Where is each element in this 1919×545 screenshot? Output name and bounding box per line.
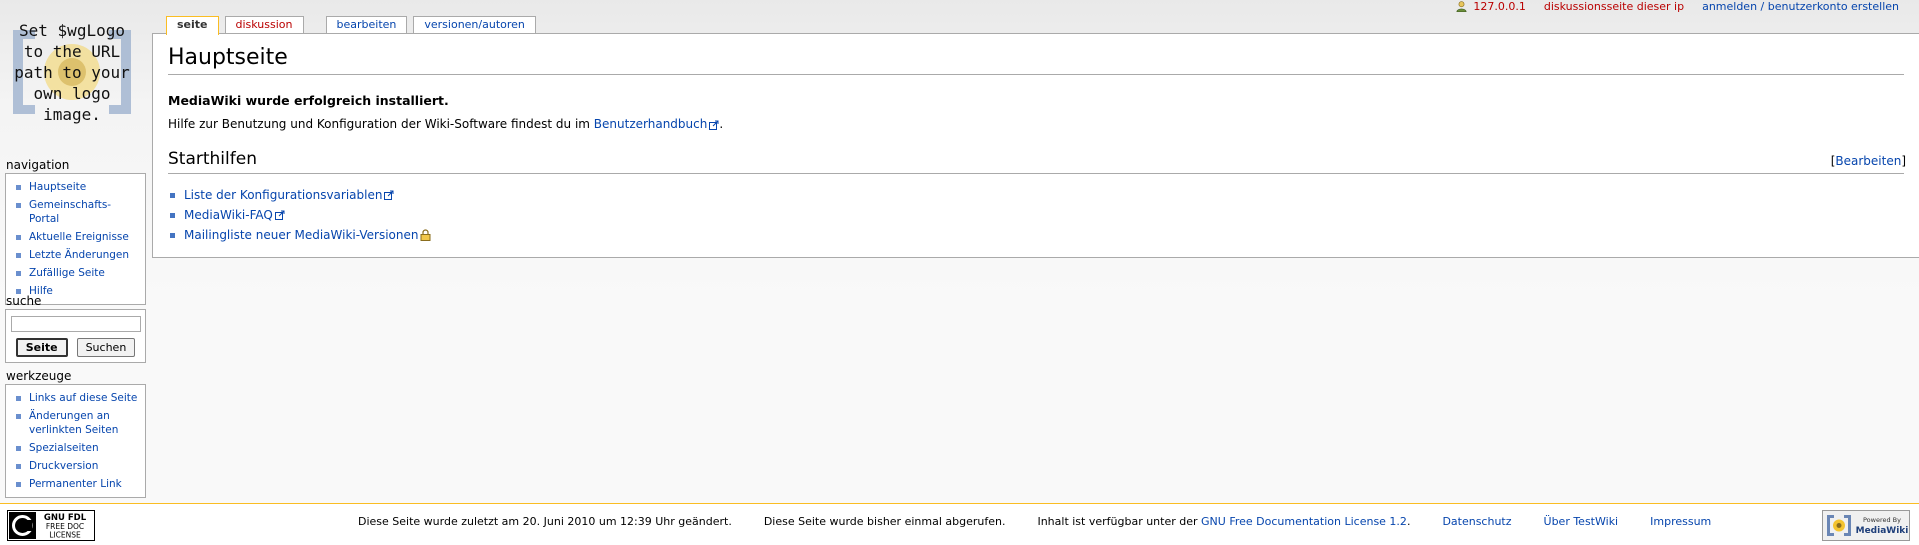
section-edit: [Bearbeiten] [1830, 154, 1906, 168]
lock-icon [420, 229, 431, 241]
gnu-fdl-badge-icon[interactable]: GNU FDL FREE DOC LICENSE [7, 510, 95, 541]
nav-item-portal[interactable]: Gemeinschafts-Portal [12, 196, 140, 228]
install-success-text: MediaWiki wurde erfolgreich installiert. [168, 93, 449, 108]
search-body: Seite Suchen [5, 309, 146, 363]
search-portlet: suche Seite Suchen [5, 293, 146, 363]
search-buttons: Seite Suchen [10, 338, 141, 357]
tool-item-permalink[interactable]: Permanenter Link [12, 475, 140, 493]
nav-item-zufall[interactable]: Zufällige Seite [12, 264, 140, 282]
section-divider [168, 173, 1904, 174]
navigation-portlet: navigation Hauptseite Gemeinschafts-Port… [5, 157, 146, 305]
powered-line-2: MediaWiki [1856, 526, 1909, 536]
mailinglist-link[interactable]: Mailingliste neuer MediaWiki-Versionen [184, 228, 418, 242]
search-input[interactable] [11, 316, 141, 332]
personal-talk-link[interactable]: diskussionsseite dieser ip [1544, 0, 1684, 13]
config-vars-link[interactable]: Liste der Konfigurationsvariablen [184, 188, 382, 202]
faq-link[interactable]: MediaWiki-FAQ [184, 208, 273, 222]
content-area: Hauptseite MediaWiki wurde erfolgreich i… [152, 33, 1919, 258]
nav-item-hauptseite[interactable]: Hauptseite [12, 178, 140, 196]
tool-item-recentchangeslinked[interactable]: Änderungen an verlinkten Seiten [12, 407, 140, 439]
bullet-icon [170, 212, 175, 218]
disclaimer-link[interactable]: Impressum [1650, 515, 1711, 528]
external-link-icon [274, 210, 285, 220]
tab-versionen[interactable]: versionen/autoren [413, 16, 536, 33]
nav-item-ereignisse[interactable]: Aktuelle Ereignisse [12, 228, 140, 246]
title-divider [168, 74, 1904, 75]
about-link[interactable]: Über TestWiki [1544, 515, 1619, 528]
footer-viewcount: Diese Seite wurde bisher einmal abgerufe… [763, 515, 1006, 528]
footer-lastmod: Diese Seite wurde zuletzt am 20. Juni 20… [358, 515, 732, 528]
starthilfen-list: Liste der Konfigurationsvariablen MediaW… [170, 185, 431, 245]
content-tabs: seite diskussion bearbeiten versionen/au… [166, 16, 542, 35]
tool-item-whatlinkshere[interactable]: Links auf diese Seite [12, 389, 140, 407]
powered-by-mediawiki-icon[interactable]: Powered By MediaWiki [1822, 510, 1910, 541]
privacy-link[interactable]: Datenschutz [1442, 515, 1511, 528]
external-link-icon [709, 120, 719, 130]
footer-copyright: Inhalt ist verfügbar unter der GNU Free … [1037, 515, 1411, 528]
toolbox-portlet: werkzeuge Links auf diese Seite Änderung… [5, 368, 146, 498]
personal-ip-link[interactable]: 127.0.0.1 [1473, 0, 1525, 13]
section-edit-link[interactable]: Bearbeiten [1835, 154, 1901, 168]
logo-text: Set $wgLogo to the URL path to your own … [14, 20, 130, 124]
help-paragraph: Hilfe zur Benutzung und Konfiguration de… [168, 117, 724, 131]
search-heading: suche [6, 294, 42, 308]
go-button[interactable]: Seite [15, 338, 68, 357]
tool-item-specialpages[interactable]: Spezialseiten [12, 439, 140, 457]
login-link[interactable]: anmelden / benutzerkonto erstellen [1702, 0, 1899, 13]
tab-seite[interactable]: seite [166, 16, 219, 35]
site-logo[interactable]: Set $wgLogo to the URL path to your own … [5, 18, 139, 126]
personal-tools: 127.0.0.1 diskussionsseite dieser ip anm… [1456, 0, 1899, 14]
list-item: Mailingliste neuer MediaWiki-Versionen [170, 225, 431, 245]
tool-item-print[interactable]: Druckversion [12, 457, 140, 475]
toolbox-heading: werkzeuge [6, 369, 72, 383]
navigation-body: Hauptseite Gemeinschafts-Portal Aktuelle… [5, 173, 146, 305]
footer: GNU FDL FREE DOC LICENSE Diese Seite wur… [0, 503, 1919, 545]
powered-line-1: Powered By [1863, 516, 1901, 524]
bullet-icon [170, 232, 175, 238]
section-heading: Starthilfen [168, 149, 257, 169]
footer-info: Diese Seite wurde zuletzt am 20. Juni 20… [358, 515, 1743, 529]
user-icon [1456, 1, 1467, 12]
external-link-icon [384, 190, 394, 200]
personal-ip[interactable]: 127.0.0.1 [1456, 0, 1526, 13]
list-item: Liste der Konfigurationsvariablen [170, 185, 431, 205]
search-button[interactable]: Suchen [76, 338, 136, 357]
tab-diskussion[interactable]: diskussion [224, 16, 304, 33]
page-title: Hauptseite [168, 45, 288, 70]
bullet-icon [170, 192, 175, 198]
toolbox-body: Links auf diese Seite Änderungen an verl… [5, 384, 146, 498]
badge-line-3: LICENSE [49, 531, 81, 540]
license-link[interactable]: GNU Free Documentation License 1.2 [1201, 515, 1407, 528]
nav-item-letzte-aenderungen[interactable]: Letzte Änderungen [12, 246, 140, 264]
user-guide-link[interactable]: Benutzerhandbuch [594, 117, 708, 131]
list-item: MediaWiki-FAQ [170, 205, 431, 225]
navigation-heading: navigation [6, 158, 70, 172]
tab-bearbeiten[interactable]: bearbeiten [325, 16, 408, 33]
